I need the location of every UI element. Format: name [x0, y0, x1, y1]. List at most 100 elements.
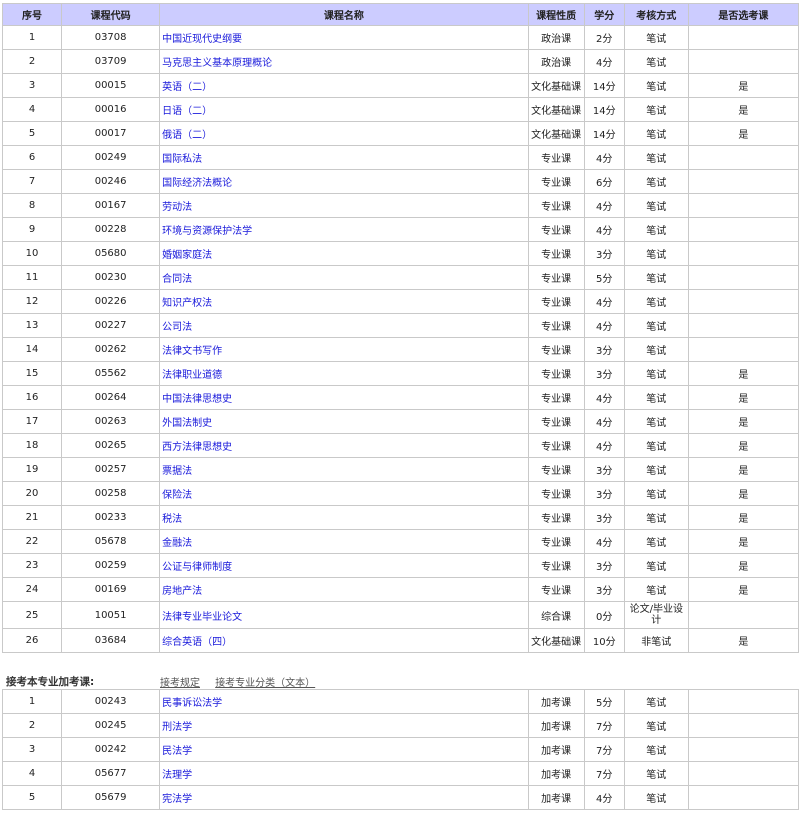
cell-type: 专业课: [527, 553, 585, 578]
course-link[interactable]: 保险法: [162, 490, 192, 501]
cell-exam: 笔试: [623, 313, 689, 338]
cell-elective: 是: [687, 628, 800, 653]
cell-type: 专业课: [527, 481, 585, 506]
course-link[interactable]: 婚姻家庭法: [162, 250, 212, 261]
cell-name: 房地产法: [159, 577, 529, 602]
cell-exam: 笔试: [623, 337, 689, 362]
cell-exam: 论文/毕业设计: [623, 601, 689, 629]
course-link[interactable]: 公证与律师制度: [162, 562, 232, 573]
cell-credit: 7分: [583, 737, 625, 762]
cell-exam: 笔试: [623, 761, 689, 786]
course-link[interactable]: 宪法学: [162, 794, 192, 805]
course-link[interactable]: 日语（二）: [162, 106, 212, 117]
cell-elective: 是: [687, 505, 800, 530]
cell-type: 专业课: [527, 361, 585, 386]
table-row: 5 00017 俄语（二） 文化基础课 14分 笔试是: [1, 121, 800, 146]
cell-no: 16: [1, 385, 63, 410]
cell-no: 21: [1, 505, 63, 530]
course-link[interactable]: 俄语（二）: [162, 130, 212, 141]
table-row: 6 00249 国际私法 专业课 4分 笔试: [1, 145, 800, 170]
course-link[interactable]: 刑法学: [162, 722, 192, 733]
table-row: 7 00246 国际经济法概论 专业课 6分 笔试: [1, 169, 800, 194]
cell-no: 2: [1, 713, 63, 738]
course-link[interactable]: 房地产法: [162, 586, 202, 597]
course-link[interactable]: 英语（二）: [162, 82, 212, 93]
cell-credit: 14分: [583, 73, 625, 98]
course-link[interactable]: 公司法: [162, 322, 192, 333]
cell-type: 专业课: [527, 265, 585, 290]
link-exam-rules[interactable]: 接考规定: [160, 678, 200, 689]
cell-name: 马克思主义基本原理概论: [159, 49, 529, 74]
course-link[interactable]: 知识产权法: [162, 298, 212, 309]
course-link[interactable]: 票据法: [162, 466, 192, 477]
cell-no: 3: [1, 737, 63, 762]
cell-code: 03709: [61, 49, 161, 74]
table-row: 1 03708 中国近现代史纲要 政治课 2分 笔试: [1, 25, 800, 50]
course-link[interactable]: 法理学: [162, 770, 192, 781]
extra-section-links: 接考规定 接考专业分类（文本）: [160, 674, 327, 689]
cell-credit: 7分: [583, 761, 625, 786]
cell-elective: [687, 713, 800, 738]
cell-type: 专业课: [527, 577, 585, 602]
table-row: 9 00228 环境与资源保护法学 专业课 4分 笔试: [1, 217, 800, 242]
cell-credit: 14分: [583, 97, 625, 122]
cell-no: 1: [1, 689, 63, 714]
course-link[interactable]: 西方法律思想史: [162, 442, 232, 453]
course-link[interactable]: 税法: [162, 514, 182, 525]
cell-name: 环境与资源保护法学: [159, 217, 529, 242]
cell-exam: 笔试: [623, 689, 689, 714]
link-major-classification[interactable]: 接考专业分类（文本）: [215, 678, 315, 689]
cell-credit: 4分: [583, 193, 625, 218]
course-link[interactable]: 法律职业道德: [162, 370, 222, 381]
cell-exam: 笔试: [623, 217, 689, 242]
cell-elective: 是: [687, 97, 800, 122]
table-row: 1 00243 民事诉讼法学 加考课 5分 笔试: [1, 689, 800, 714]
course-link[interactable]: 民法学: [162, 746, 192, 757]
table-row: 2 00245 刑法学 加考课 7分 笔试: [1, 713, 800, 738]
cell-type: 专业课: [527, 289, 585, 314]
course-link[interactable]: 马克思主义基本原理概论: [162, 58, 272, 69]
cell-elective: 是: [687, 361, 800, 386]
cell-elective: 是: [687, 409, 800, 434]
course-link[interactable]: 法律专业毕业论文: [162, 612, 242, 623]
header-exam: 考核方式: [623, 3, 689, 26]
cell-type: 专业课: [527, 457, 585, 482]
course-link[interactable]: 法律文书写作: [162, 346, 222, 357]
extra-course-table: 1 00243 民事诉讼法学 加考课 5分 笔试 2 00245 刑法学 加考课 7分 笔试 3 0024…: [1, 689, 800, 810]
cell-elective: [687, 313, 800, 338]
cell-code: 10051: [61, 601, 161, 629]
course-link[interactable]: 劳动法: [162, 202, 192, 213]
cell-type: 专业课: [527, 217, 585, 242]
course-link[interactable]: 综合英语（四）: [162, 637, 232, 648]
course-link[interactable]: 外国法制史: [162, 418, 212, 429]
cell-elective: [687, 289, 800, 314]
course-link[interactable]: 中国法律思想史: [162, 394, 232, 405]
cell-credit: 3分: [583, 505, 625, 530]
course-link[interactable]: 民事诉讼法学: [162, 698, 222, 709]
cell-name: 金融法: [159, 529, 529, 554]
cell-code: 00264: [61, 385, 161, 410]
cell-code: 05679: [61, 785, 161, 810]
cell-code: 00226: [61, 289, 161, 314]
cell-name: 保险法: [159, 481, 529, 506]
course-link[interactable]: 环境与资源保护法学: [162, 226, 252, 237]
course-link[interactable]: 中国近现代史纲要: [162, 34, 242, 45]
cell-elective: 是: [687, 553, 800, 578]
cell-exam: 笔试: [623, 145, 689, 170]
cell-credit: 3分: [583, 337, 625, 362]
table-row: 8 00167 劳动法 专业课 4分 笔试: [1, 193, 800, 218]
cell-type: 政治课: [527, 25, 585, 50]
table-row: 17 00263 外国法制史 专业课 4分 笔试是: [1, 409, 800, 434]
table-row: 10 05680 婚姻家庭法 专业课 3分 笔试: [1, 241, 800, 266]
cell-name: 宪法学: [159, 785, 529, 810]
cell-credit: 5分: [583, 265, 625, 290]
cell-elective: [687, 689, 800, 714]
course-link[interactable]: 金融法: [162, 538, 192, 549]
table-row: 18 00265 西方法律思想史 专业课 4分 笔试是: [1, 433, 800, 458]
course-link[interactable]: 合同法: [162, 274, 192, 285]
cell-credit: 3分: [583, 481, 625, 506]
course-link[interactable]: 国际私法: [162, 154, 202, 165]
cell-no: 22: [1, 529, 63, 554]
course-link[interactable]: 国际经济法概论: [162, 178, 232, 189]
cell-credit: 4分: [583, 785, 625, 810]
